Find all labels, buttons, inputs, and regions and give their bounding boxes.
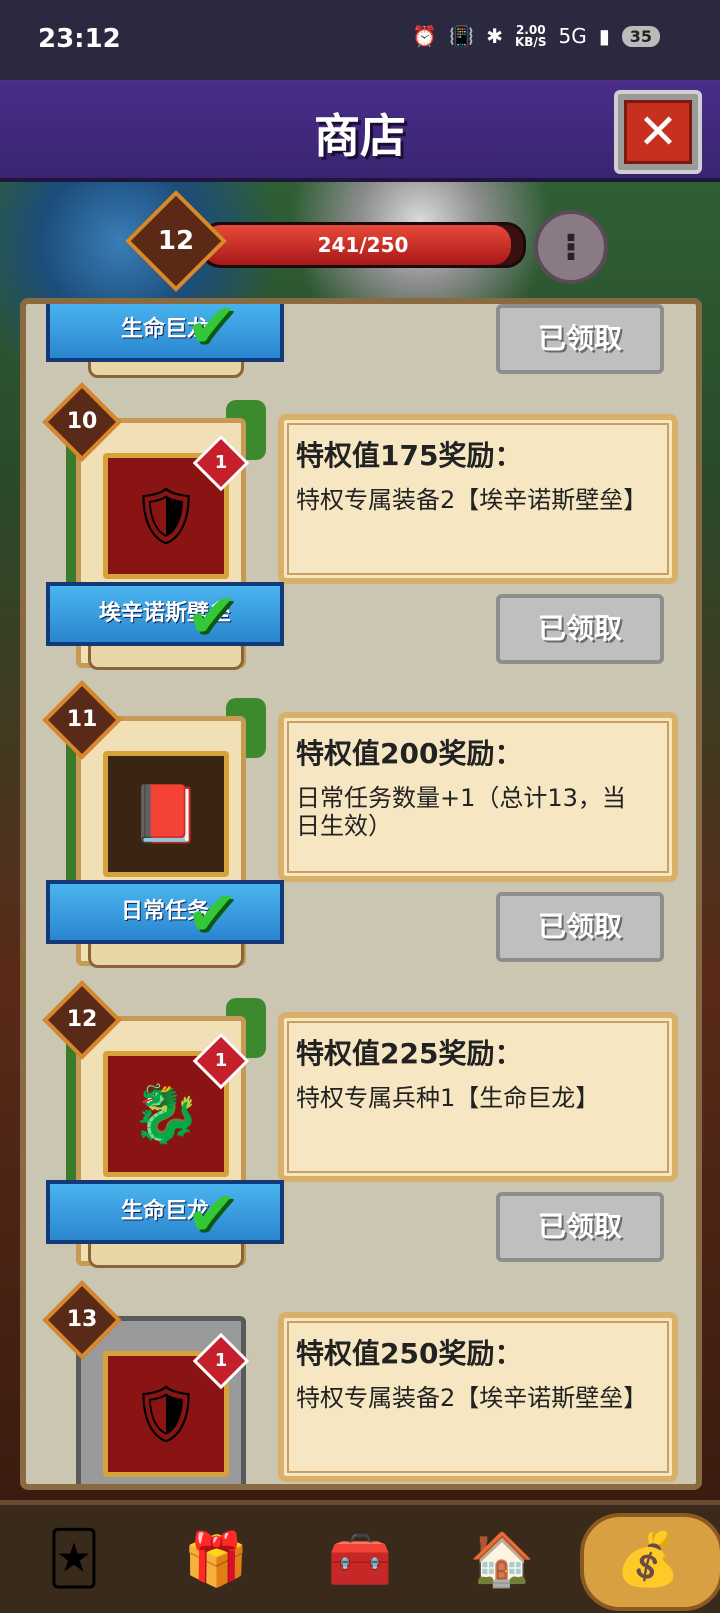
reward-text: 特权专属装备2【埃辛诺斯壁垒】 [296,486,648,514]
network-type: 5G [558,24,587,48]
vibrate-icon: 📳 [449,24,475,48]
money-bag-icon: 💰 [615,1529,681,1590]
status-bar: 23:12 ⏰ 📳 ✱ 2.00 KB/S 5G ▮ 35 [0,0,720,80]
reward-text: 特权专属装备2【埃辛诺斯壁垒】 [296,1384,648,1412]
alarm-icon: ⏰ [412,24,438,48]
check-icon: ✔ [186,579,238,652]
network-speed: 2.00 KB/S [515,23,547,49]
status-icons: ⏰ 📳 ✱ 2.00 KB/S 5G ▮ 35 [412,24,660,48]
nav-treasure[interactable]: 🧰 [320,1519,400,1599]
treasure-chest-icon: 🧰 [327,1529,393,1590]
check-icon: ✔ [186,1177,238,1250]
reward-description-box: 特权值200奖励： 日常任务数量+1（总计13，当日生效） [278,712,678,882]
check-icon: ✔ [186,877,238,950]
cards-icon: 🃏 [47,1529,101,1589]
claimed-button[interactable]: 已领取 [496,1192,664,1262]
privilege-progress-bar: 241/250 [200,222,526,268]
reward-title: 特权值225奖励： [296,1037,523,1070]
house-icon: 🏠 [469,1529,535,1590]
reward-description-box: 特权值175奖励： 特权专属装备2【埃辛诺斯壁垒】 [278,414,678,584]
battery-indicator: 35 [621,25,660,47]
reward-description-box: 特权值250奖励： 特权专属装备2【埃辛诺斯壁垒】 [278,1312,678,1482]
status-time: 23:12 [38,24,121,54]
claimed-button[interactable]: 已领取 [496,304,664,374]
check-icon: ✔ [186,298,238,362]
reward-text: 日常任务数量+1（总计13，当日生效） [296,784,626,840]
reward-title: 特权值250奖励： [296,1337,523,1370]
reward-text: 特权专属兵种1【生命巨龙】 [296,1084,600,1112]
reward-title: 特权值200奖励： [296,737,523,770]
nav-cards[interactable]: 🃏 [34,1519,114,1599]
bluetooth-icon: ✱ [486,24,503,48]
gift-icon: 🎁 [183,1529,249,1590]
info-button[interactable]: ⁝ [534,210,608,284]
book-icon: 📕 [103,751,229,877]
progress-text: 241/250 [317,233,409,257]
info-icon: ⁝ [563,225,579,269]
bottom-navigation: 🃏 🎁 🧰 🏠 💰 [0,1500,720,1613]
claimed-button[interactable]: 已领取 [496,594,664,664]
close-icon: ✕ [624,100,692,164]
signal-icon: ▮ [598,24,610,48]
nav-house[interactable]: 🏠 [462,1519,542,1599]
page-title: 商店 [314,109,406,163]
reward-title: 特权值175奖励： [296,439,523,472]
rewards-panel[interactable]: 生命巨龙 ✔ 已领取 🛡 1 10 埃辛诺斯壁垒 ✔ 特权值175奖励： 特权专… [20,298,702,1490]
close-button[interactable]: ✕ [614,90,702,174]
nav-gift[interactable]: 🎁 [176,1519,256,1599]
title-bar: 商店 ✕ [0,80,720,182]
reward-description-box: 特权值225奖励： 特权专属兵种1【生命巨龙】 [278,1012,678,1182]
claimed-button[interactable]: 已领取 [496,892,664,962]
nav-privilege-shop[interactable]: 💰 [608,1519,688,1599]
